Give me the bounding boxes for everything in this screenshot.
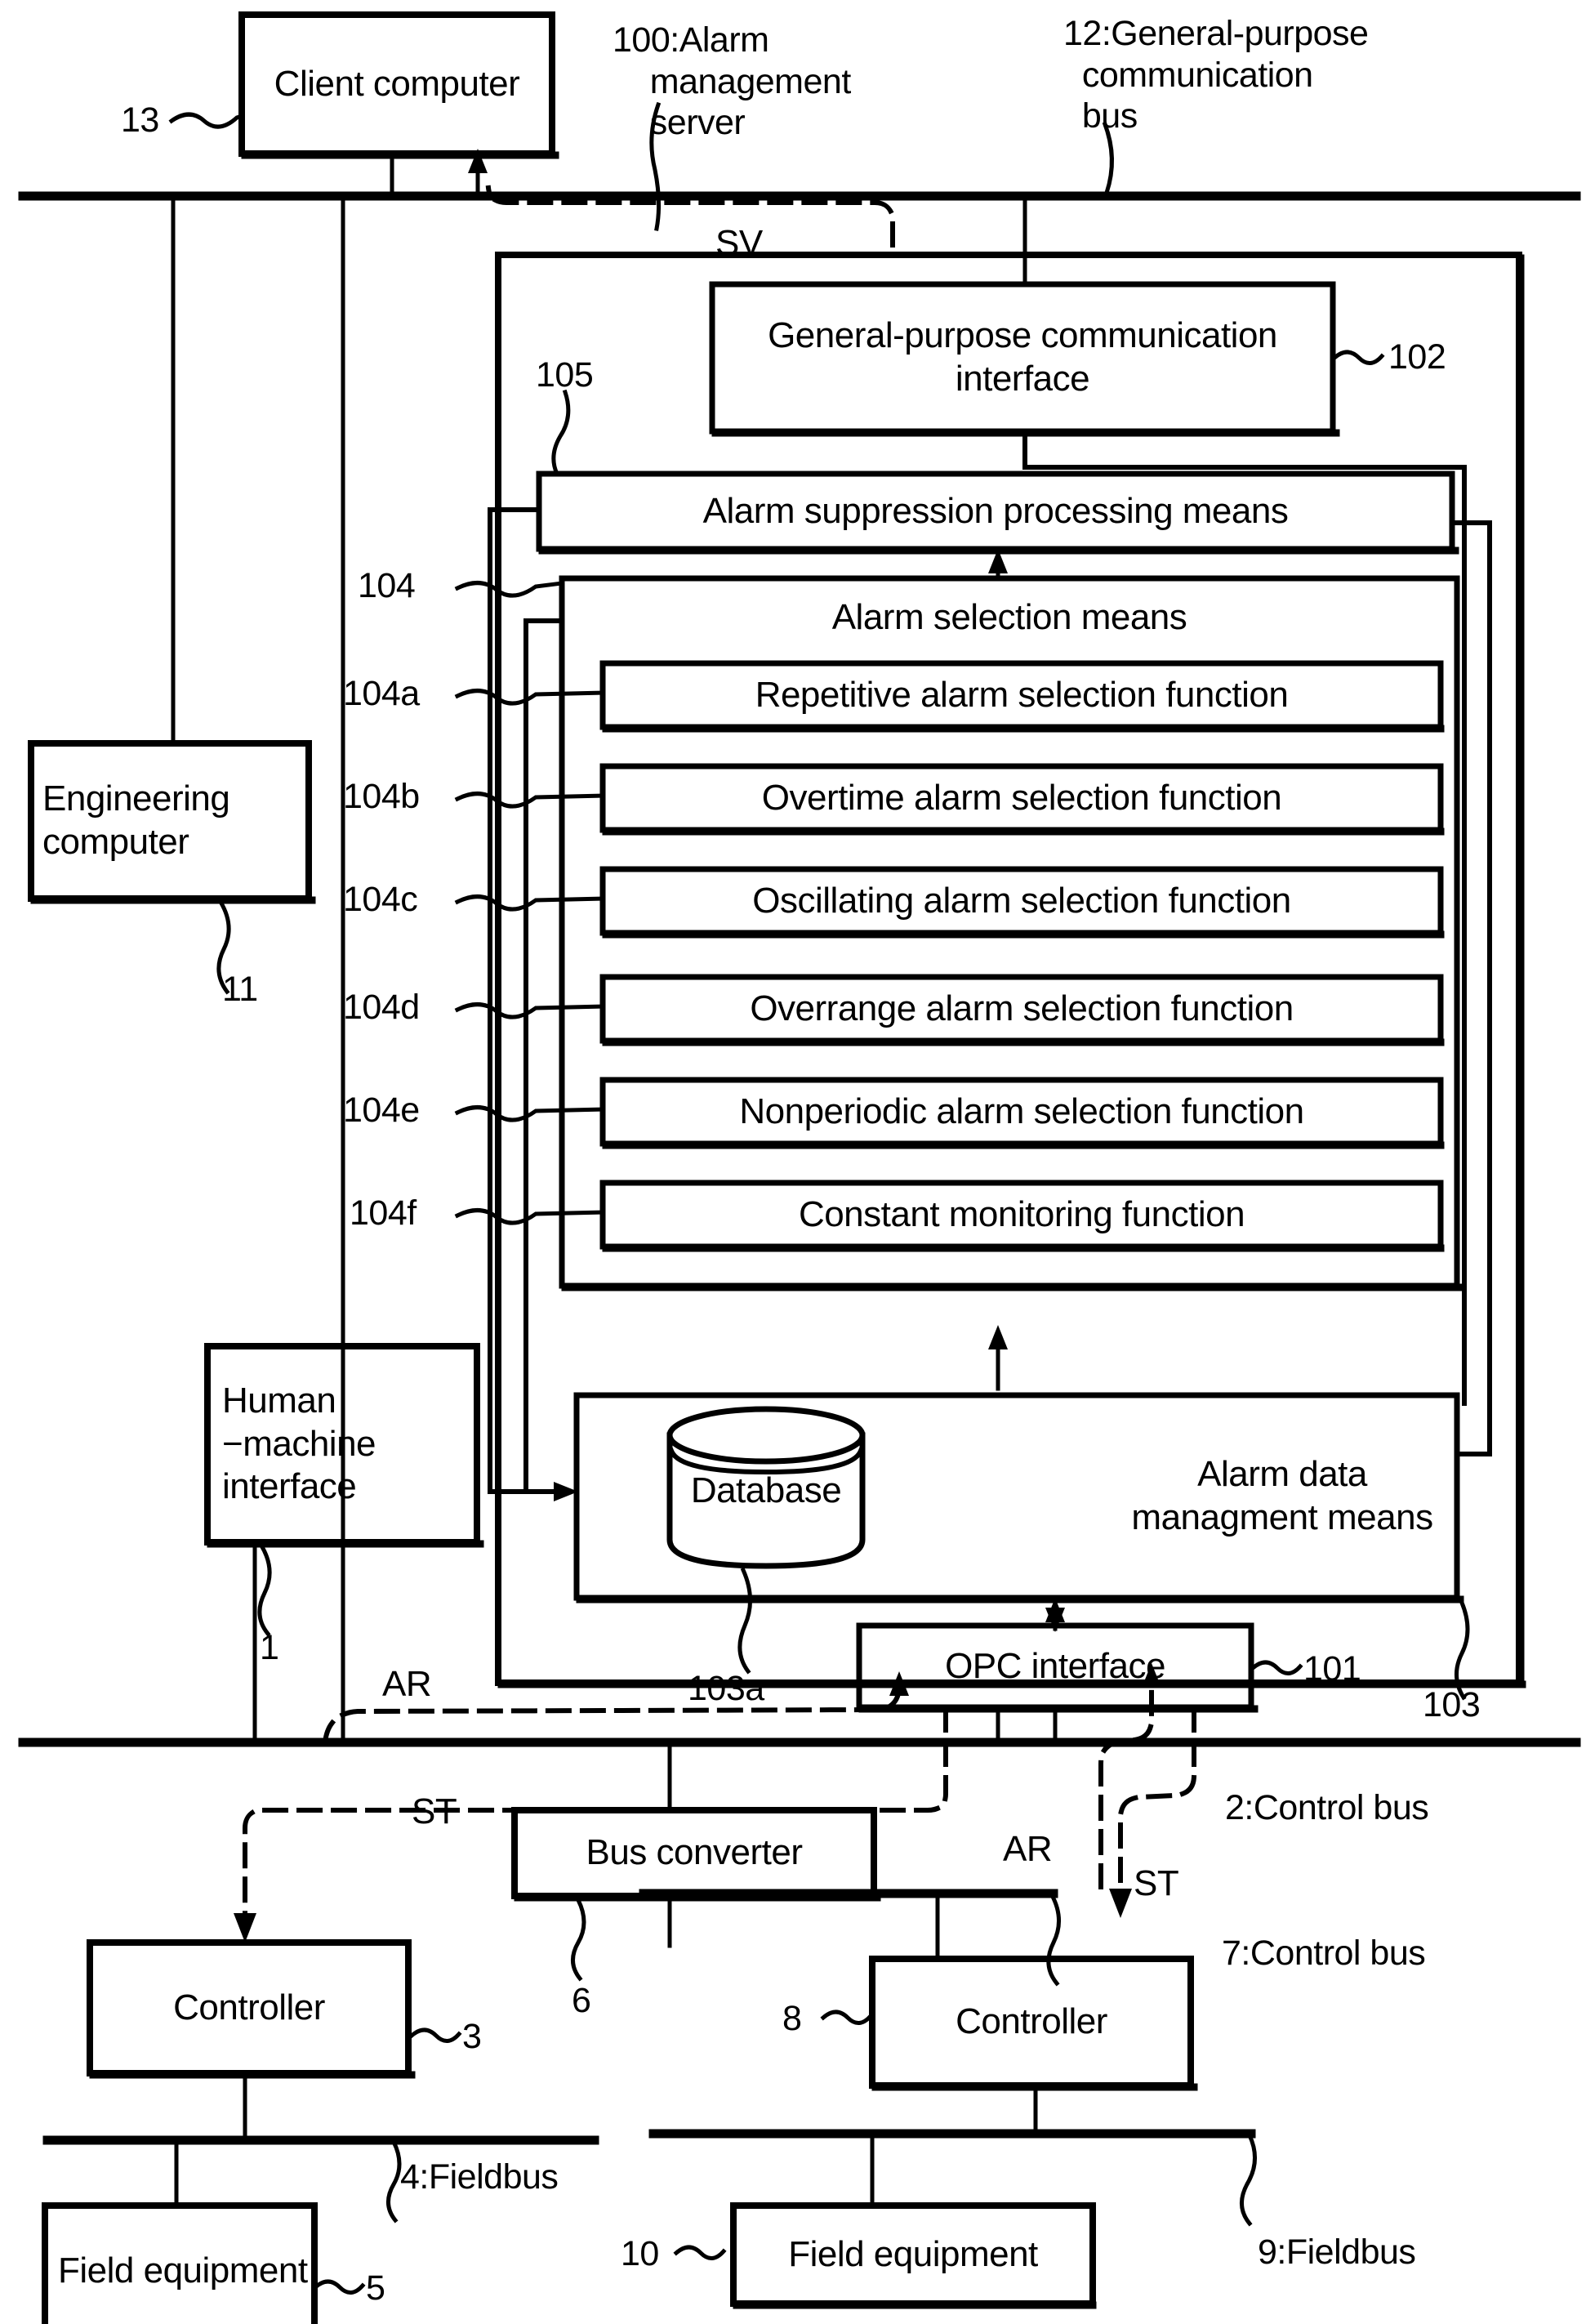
ref-105: 105 <box>536 355 594 395</box>
leader-3 <box>408 2027 462 2043</box>
database-label: Database <box>690 1470 842 1510</box>
ref-6: 6 <box>572 1981 591 2020</box>
gp-comm-interface-label: General-purpose communication interface <box>768 315 1277 399</box>
leader-104d <box>454 1002 605 1019</box>
ref-104c: 104c <box>343 880 418 919</box>
patent-figure: Client computer Engineering computer Hum… <box>0 0 1586 2324</box>
leader-104c <box>454 894 605 912</box>
ref-9-fieldbus: 9:Fieldbus <box>1258 2233 1416 2272</box>
leader-10 <box>673 2245 727 2260</box>
ref-11: 11 <box>222 970 258 1009</box>
alarm-data-management-label: Alarm data managment means <box>1131 1454 1433 1537</box>
ref-2-control-bus: 2:Control bus <box>1225 1788 1429 1827</box>
ref-13: 13 <box>121 100 159 140</box>
leader-104 <box>454 581 564 598</box>
ref-8: 8 <box>782 1999 802 2038</box>
st-arrow-left <box>234 1913 256 1943</box>
ref-104: 104 <box>358 566 416 605</box>
selection-left-trunk <box>523 618 564 1494</box>
leader-9 <box>1240 2132 1257 2227</box>
fn-constant-label: Constant monitoring function <box>798 1193 1245 1234</box>
leader-104f <box>454 1208 605 1225</box>
signal-st-top-label: ST <box>412 1791 457 1831</box>
fn-overtime-label: Overtime alarm selection function <box>761 777 1282 818</box>
leader-102 <box>1331 350 1385 365</box>
ref-104e: 104e <box>343 1091 420 1130</box>
signal-st-right-label: ST <box>1134 1863 1179 1903</box>
fn-nonperiodic-label: Nonperiodic alarm selection function <box>739 1091 1304 1131</box>
leader-1 <box>257 1542 272 1637</box>
ref-1: 1 <box>260 1628 279 1667</box>
alarm-selection-title-label: Alarm selection means <box>831 596 1187 637</box>
leader-104b <box>454 792 605 809</box>
ref-101: 101 <box>1303 1649 1361 1688</box>
leader-5 <box>312 2279 366 2295</box>
ref-7-control-bus: 7:Control bus <box>1222 1934 1426 1973</box>
ref-102: 102 <box>1388 337 1446 377</box>
field-equipment-left-label: Field equipment <box>58 2250 308 2291</box>
fn-oscillating-label: Oscillating alarm selection function <box>752 880 1291 921</box>
ref-104b: 104b <box>343 777 420 816</box>
st-arrow-right <box>1109 1889 1132 1918</box>
leader-101 <box>1250 1660 1303 1675</box>
bus-converter-label: Bus converter <box>586 1832 803 1873</box>
ref-3: 3 <box>462 2017 482 2056</box>
field-equipment-right-label: Field equipment <box>788 2233 1038 2274</box>
ref-104f: 104f <box>350 1193 417 1233</box>
opc-interface-label: OPC interface <box>945 1645 1165 1686</box>
ref-5: 5 <box>366 2268 385 2308</box>
ref-103a: 103a <box>688 1669 764 1708</box>
controller-right-label: Controller <box>956 2001 1107 2042</box>
ref-104a: 104a <box>343 674 420 713</box>
datamgmt-to-selection-arrow <box>988 1325 1008 1349</box>
ref-100: 100:Alarm management server <box>613 20 851 143</box>
leader-105 <box>551 389 571 477</box>
signal-ar-right-label: AR <box>1003 1829 1053 1869</box>
engineering-computer-label: Engineering computer <box>42 778 230 862</box>
leader-103a <box>737 1567 753 1675</box>
signal-ar-top-label: AR <box>382 1664 432 1704</box>
leader-104a <box>454 689 605 706</box>
ar-dashed-right <box>1098 1684 1154 1889</box>
leader-104e <box>454 1105 605 1122</box>
ref-10: 10 <box>621 2234 659 2273</box>
database-cylinder-top <box>666 1406 866 1465</box>
fn-repetitive-label: Repetitive alarm selection function <box>755 674 1289 715</box>
signal-sv-label: SV <box>715 223 763 263</box>
ref-4-fieldbus: 4:Fieldbus <box>400 2157 559 2197</box>
ref-12: 12:General-purpose communication bus <box>1063 14 1369 136</box>
leader-6 <box>571 1897 586 1982</box>
fn-overrange-label: Overrange alarm selection function <box>750 988 1294 1028</box>
leader-4 <box>386 2139 402 2224</box>
leader-13 <box>168 112 245 129</box>
client-computer-label: Client computer <box>274 63 520 104</box>
human-machine-interface-label: Human −machine interface <box>222 1380 376 1507</box>
alarm-suppression-label: Alarm suppression processing means <box>702 490 1289 531</box>
ref-104d: 104d <box>343 988 420 1027</box>
ref-103: 103 <box>1423 1685 1481 1724</box>
controller-left-label: Controller <box>173 1987 325 2027</box>
leader-8 <box>820 2010 874 2025</box>
